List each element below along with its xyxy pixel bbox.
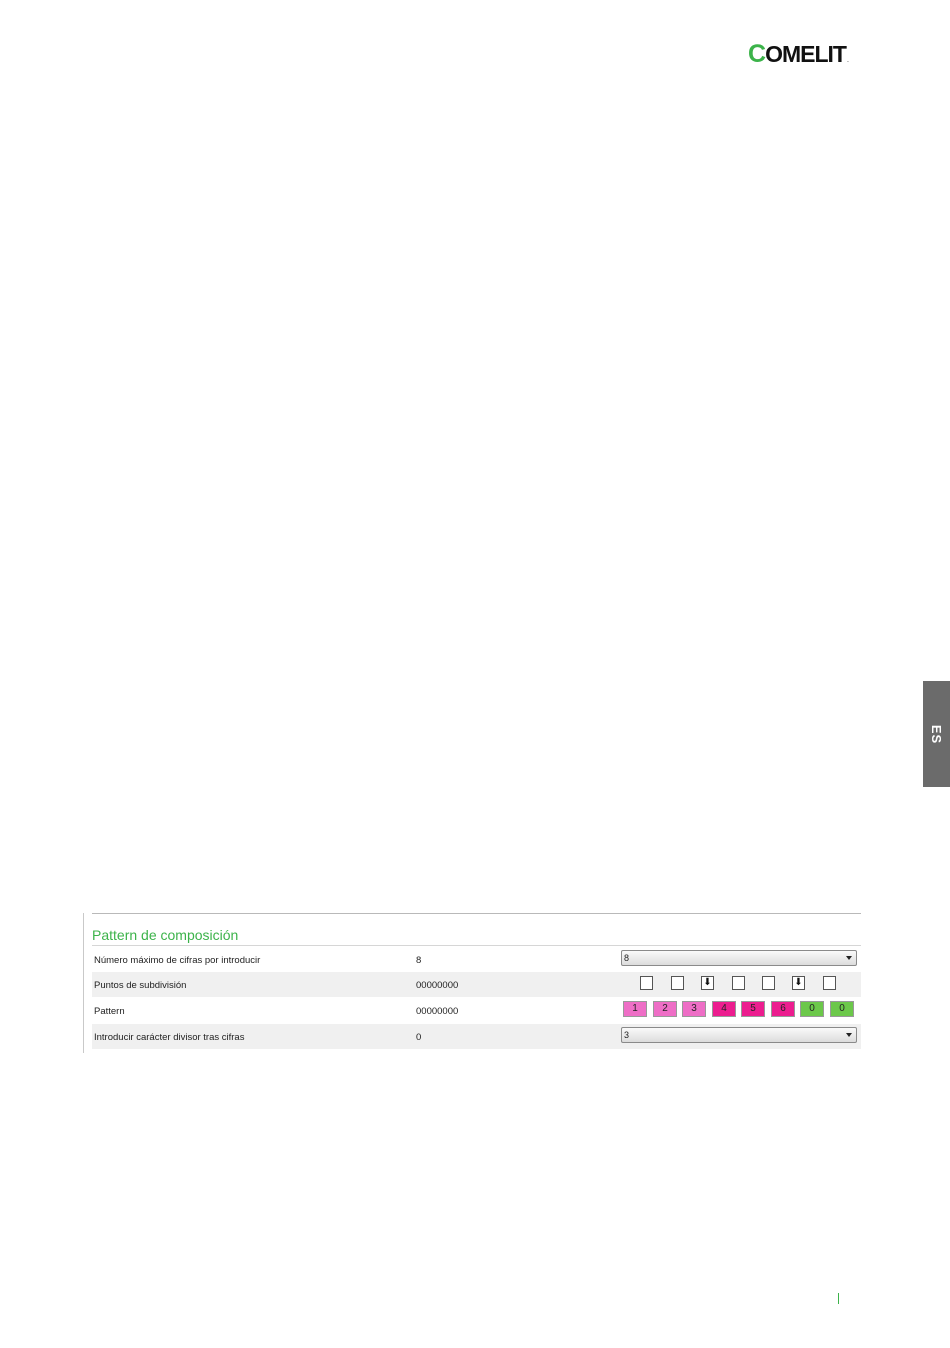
- subdivision-checkbox[interactable]: [671, 976, 684, 990]
- settings-row-max-digits: Número máximo de cifras por introducir 8…: [92, 947, 861, 972]
- divider-character-select[interactable]: 3: [621, 1027, 857, 1043]
- pattern-digit[interactable]: 6: [771, 1001, 795, 1017]
- settings-row-pattern: Pattern 00000000 1 2 3 4 5 6 0 0: [92, 998, 861, 1023]
- pattern-digit[interactable]: 3: [682, 1001, 706, 1017]
- subdivision-checkbox[interactable]: [732, 976, 745, 990]
- language-tab: ES: [923, 681, 950, 787]
- pattern-digit[interactable]: 0: [800, 1001, 824, 1017]
- dropdown-arrow-icon: [846, 1033, 852, 1037]
- logo-dot: .: [846, 57, 849, 64]
- pattern-digit[interactable]: 4: [712, 1001, 736, 1017]
- panel-title: Pattern de composición: [92, 927, 239, 943]
- row-value: 00000000: [416, 980, 459, 991]
- max-digits-select[interactable]: 8: [621, 950, 857, 966]
- panel-title-divider: [92, 945, 861, 946]
- footer-page-mark: [838, 1293, 839, 1304]
- select-value: 3: [624, 1030, 630, 1040]
- panel-left-border: [83, 913, 84, 1053]
- row-value: 0: [416, 1032, 422, 1043]
- row-label: Puntos de subdivisión: [94, 980, 187, 991]
- row-label: Introducir carácter divisor tras cifras: [94, 1032, 245, 1043]
- settings-row-subdivision-points: Puntos de subdivisión 00000000 ⬇ ⬇: [92, 972, 861, 997]
- pattern-digit[interactable]: 2: [653, 1001, 677, 1017]
- row-label: Pattern: [94, 1006, 125, 1017]
- subdivision-checkbox[interactable]: ⬇: [701, 976, 714, 990]
- row-value: 00000000: [416, 1006, 459, 1017]
- row-value: 8: [416, 955, 422, 966]
- subdivision-checkbox[interactable]: [762, 976, 775, 990]
- select-value: 8: [624, 953, 630, 963]
- subdivision-checkbox[interactable]: ⬇: [792, 976, 805, 990]
- pattern-digit[interactable]: 1: [623, 1001, 647, 1017]
- pattern-digit[interactable]: 5: [741, 1001, 765, 1017]
- subdivision-checkbox[interactable]: [823, 976, 836, 990]
- dropdown-arrow-icon: [846, 956, 852, 960]
- language-tab-label: ES: [929, 724, 944, 744]
- pattern-digit[interactable]: 0: [830, 1001, 854, 1017]
- settings-row-divider-character: Introducir carácter divisor tras cifras …: [92, 1024, 861, 1049]
- panel-top-border: [92, 913, 861, 914]
- comelit-logo: C OMELIT .: [748, 39, 849, 68]
- subdivision-checkbox[interactable]: [640, 976, 653, 990]
- logo-text: OMELIT: [765, 40, 847, 67]
- logo-c: C: [748, 39, 766, 68]
- row-label: Número máximo de cifras por introducir: [94, 955, 261, 966]
